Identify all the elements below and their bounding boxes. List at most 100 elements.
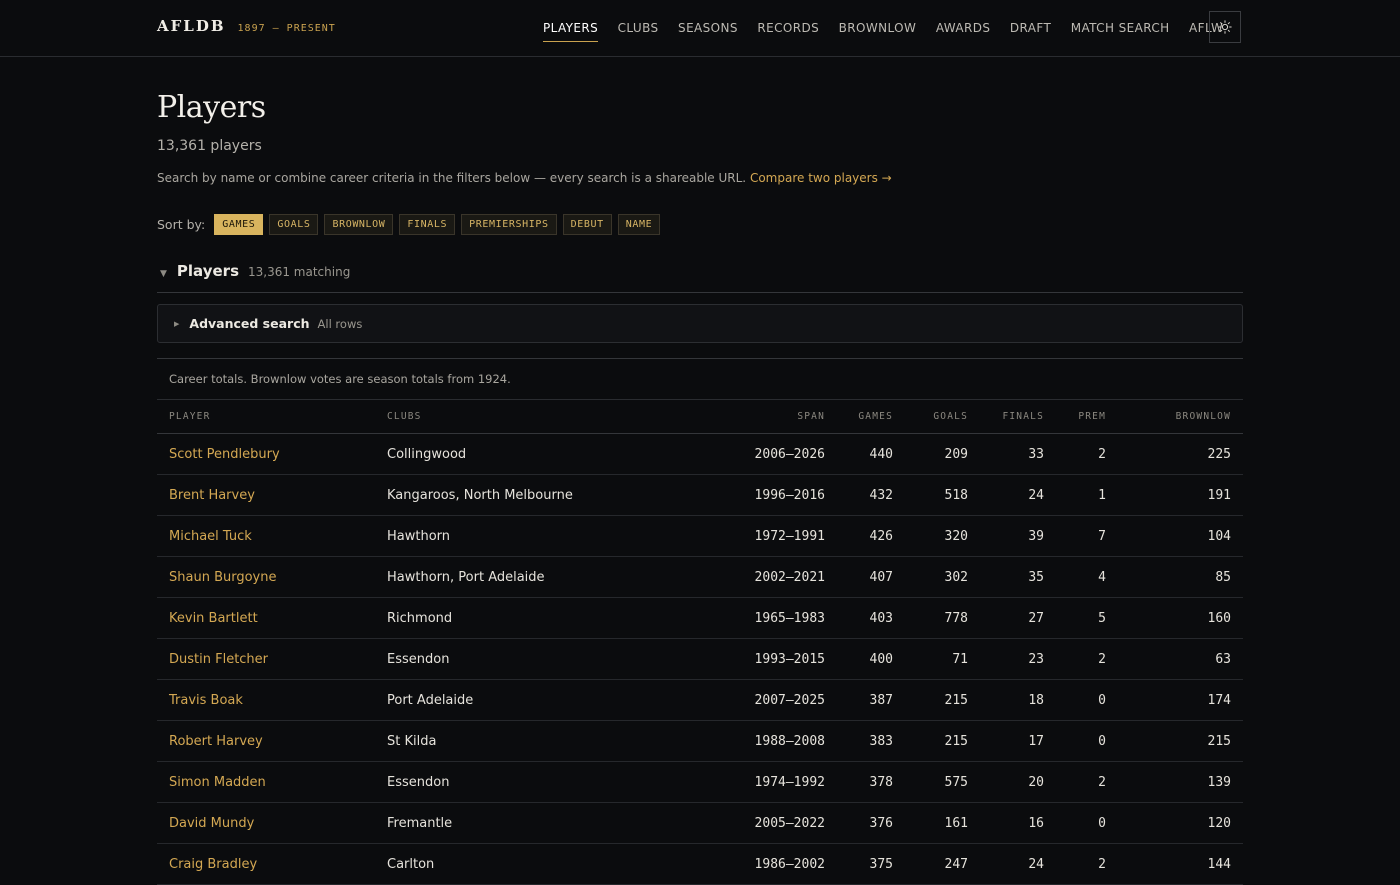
table-row: Shaun Burgoyne Hawthorn, Port Adelaide 200… [157, 556, 1243, 598]
sort-chip-debut[interactable]: DEBUT [562, 214, 612, 235]
career-span: 2002–2021 [685, 556, 837, 598]
players-table-container: Career totals. Brownlow votes are season… [157, 358, 1243, 885]
career-span: 1988–2008 [685, 720, 837, 762]
sort-chip-finals[interactable]: FINALS [399, 214, 456, 235]
premierships: 7 [1056, 515, 1118, 557]
goals: 215 [905, 720, 980, 762]
sort-chip-brownlow[interactable]: BROWNLOW [324, 214, 394, 235]
brownlow-votes: 63 [1118, 638, 1243, 680]
player-name-link[interactable]: Robert Harvey [157, 720, 375, 762]
brownlow-votes: 104 [1118, 515, 1243, 557]
games: 403 [837, 597, 905, 639]
premierships: 2 [1056, 433, 1118, 475]
goals: 71 [905, 638, 980, 680]
player-name-link[interactable]: Travis Boak [157, 679, 375, 721]
player-clubs: Carlton [375, 843, 685, 885]
career-span: 1972–1991 [685, 515, 837, 557]
career-span: 2007–2025 [685, 679, 837, 721]
table-row: Simon Madden Essendon 1974–1992 378 575 20 2 13… [157, 761, 1243, 803]
goals: 209 [905, 433, 980, 475]
player-name-link[interactable]: Shaun Burgoyne [157, 556, 375, 598]
finals: 20 [980, 761, 1056, 803]
nav-item-players[interactable]: PLAYERS [543, 0, 599, 56]
goals: 518 [905, 474, 980, 516]
advanced-search-toggle[interactable]: ▶ Advanced search All rows [157, 304, 1243, 343]
finals: 39 [980, 515, 1056, 557]
player-name-link[interactable]: Dustin Fletcher [157, 638, 375, 680]
nav-item-match-search[interactable]: MATCH SEARCH [1071, 0, 1170, 56]
player-name-link[interactable]: Simon Madden [157, 761, 375, 803]
games: 387 [837, 679, 905, 721]
sort-chip-premierships[interactable]: PREMIERSHIPS [461, 214, 557, 235]
nav-item-seasons[interactable]: SEASONS [678, 0, 738, 56]
table-row: Michael Tuck Hawthorn 1972–1991 426 320 39 7 10… [157, 515, 1243, 557]
career-span: 1993–2015 [685, 638, 837, 680]
sort-label: Sort by: [157, 217, 206, 232]
table-row: Scott Pendlebury Collingwood 2006–2026 440 2… [157, 433, 1243, 475]
advanced-search-status: All rows [317, 316, 363, 331]
expand-triangle-icon: ▶ [174, 319, 180, 328]
nav-item-draft[interactable]: DRAFT [1010, 0, 1051, 56]
games: 378 [837, 761, 905, 803]
table-row: Dustin Fletcher Essendon 1993–2015 400 71 23 2… [157, 638, 1243, 680]
finals: 35 [980, 556, 1056, 598]
collapse-triangle-icon[interactable]: ▼ [160, 269, 167, 279]
advanced-search-title: Advanced search [189, 316, 310, 331]
main-nav: PLAYERS CLUBS SEASONS RECORDS BROWNLOW AWARDS… [543, 0, 1243, 56]
matching-count: 13,361 matching [248, 265, 351, 279]
premierships: 0 [1056, 802, 1118, 844]
finals: 18 [980, 679, 1056, 721]
finals: 17 [980, 720, 1056, 762]
player-name-link[interactable]: David Mundy [157, 802, 375, 844]
page-description: Search by name or combine career criteri… [157, 171, 892, 185]
player-clubs: Fremantle [375, 802, 685, 844]
games: 400 [837, 638, 905, 680]
goals: 161 [905, 802, 980, 844]
player-name-link[interactable]: Scott Pendlebury [157, 433, 375, 475]
column-header-goals: GOALS [905, 400, 980, 434]
sort-chip-name[interactable]: NAME [617, 214, 661, 235]
table-row: Travis Boak Port Adelaide 2007–2025 387 215 1… [157, 679, 1243, 721]
nav-item-awards[interactable]: AWARDS [936, 0, 991, 56]
table-row: Kevin Bartlett Richmond 1965–1983 403 778 27 5… [157, 597, 1243, 639]
players-section-header[interactable]: ▼ Players 13,361 matching [157, 262, 1243, 293]
brownlow-votes: 120 [1118, 802, 1243, 844]
finals: 24 [980, 843, 1056, 885]
career-span: 1986–2002 [685, 843, 837, 885]
goals: 247 [905, 843, 980, 885]
player-name-link[interactable]: Brent Harvey [157, 474, 375, 516]
games: 376 [837, 802, 905, 844]
premierships: 5 [1056, 597, 1118, 639]
page-title: Players [157, 90, 266, 125]
premierships: 2 [1056, 761, 1118, 803]
player-clubs: Collingwood [375, 433, 685, 475]
sort-chip-games[interactable]: GAMES [214, 214, 264, 235]
theme-toggle-button[interactable] [1209, 11, 1241, 43]
column-header-player: PLAYER [157, 400, 375, 434]
player-name-link[interactable]: Craig Bradley [157, 843, 375, 885]
nav-item-records[interactable]: RECORDS [757, 0, 819, 56]
player-clubs: Essendon [375, 638, 685, 680]
brownlow-votes: 160 [1118, 597, 1243, 639]
nav-item-brownlow[interactable]: BROWNLOW [839, 0, 917, 56]
games: 426 [837, 515, 905, 557]
player-name-link[interactable]: Michael Tuck [157, 515, 375, 557]
column-header-clubs: CLUBS [375, 400, 685, 434]
games: 375 [837, 843, 905, 885]
sort-options: GAMES GOALS BROWNLOW FINALS PREMIERSHIPS DEBU… [214, 214, 666, 235]
goals: 302 [905, 556, 980, 598]
career-span: 2005–2022 [685, 802, 837, 844]
player-name-link[interactable]: Kevin Bartlett [157, 597, 375, 639]
brownlow-votes: 215 [1118, 720, 1243, 762]
compare-players-link[interactable]: Compare two players → [750, 171, 892, 185]
player-clubs: Essendon [375, 761, 685, 803]
nav-item-clubs[interactable]: CLUBS [618, 0, 659, 56]
player-clubs: Richmond [375, 597, 685, 639]
sort-chip-goals[interactable]: GOALS [269, 214, 319, 235]
player-clubs: Hawthorn, Port Adelaide [375, 556, 685, 598]
column-header-span: SPAN [685, 400, 837, 434]
brand[interactable]: AFLDB 1897 — PRESENT [157, 17, 336, 35]
table-row: Craig Bradley Carlton 1986–2002 375 247 24 2 14… [157, 843, 1243, 885]
career-span: 1965–1983 [685, 597, 837, 639]
brownlow-votes: 85 [1118, 556, 1243, 598]
